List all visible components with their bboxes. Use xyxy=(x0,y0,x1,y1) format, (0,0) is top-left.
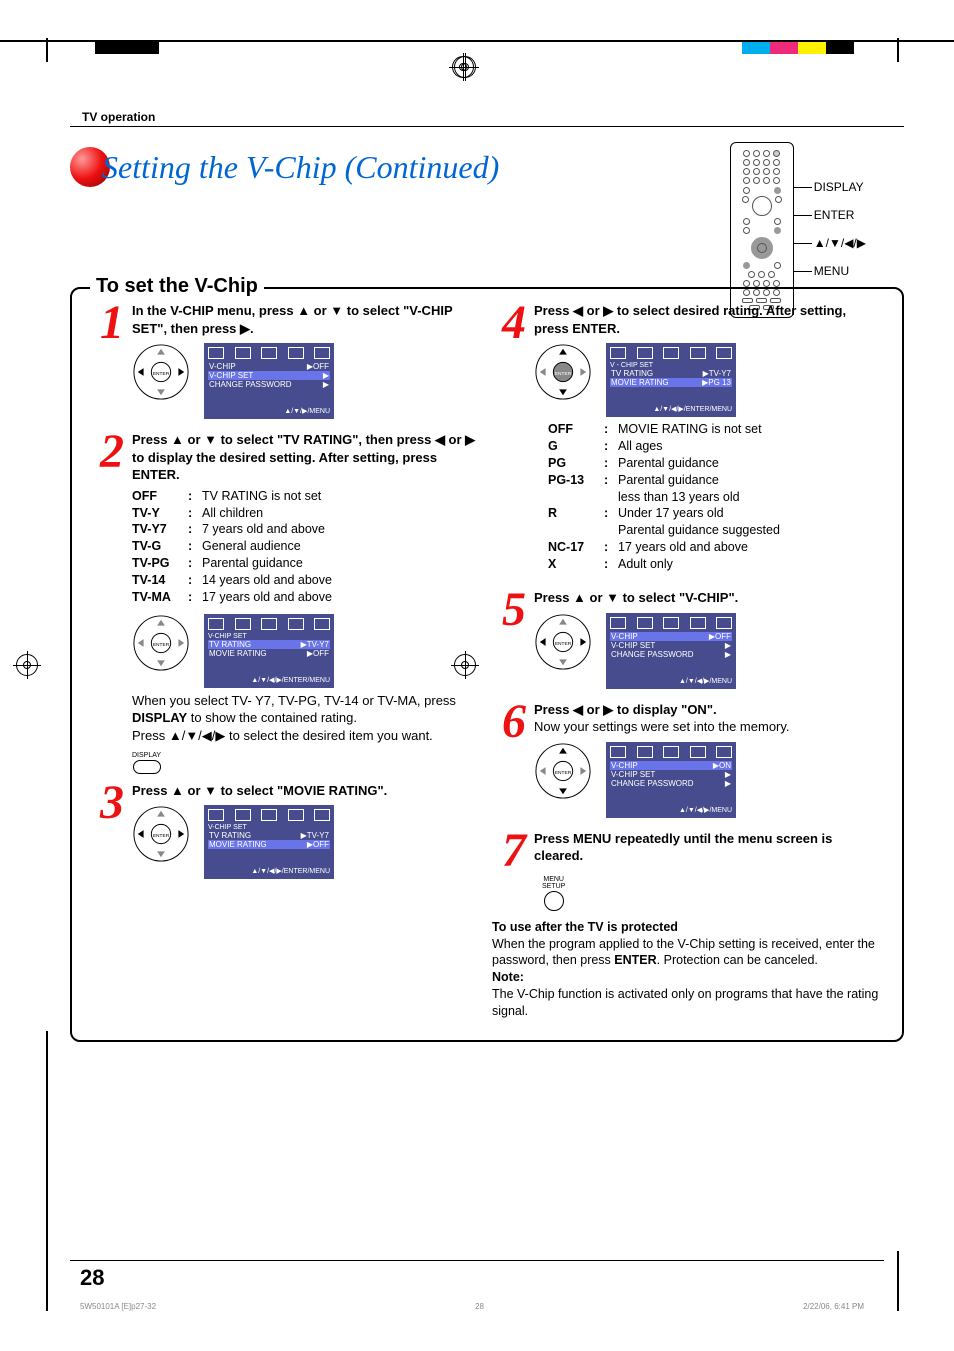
dpad-icon: ENTER xyxy=(534,742,592,800)
step-number: 7 xyxy=(492,834,526,868)
step5-instruction: Press ▲ or ▼ to select "V-CHIP". xyxy=(534,589,884,607)
dpad-icon: ENTER xyxy=(534,613,592,671)
osd-panel: V-CHIP▶OFF V-CHIP SET▶ CHANGE PASSWORD▶ … xyxy=(204,343,334,419)
remote-label-arrows: ▲/▼/◀/▶ xyxy=(814,236,866,250)
osd-panel: V-CHIP SET TV RATING▶TV-Y7 MOVIE RATING▶… xyxy=(204,805,334,879)
step7-instruction: Press MENU repeatedly until the menu scr… xyxy=(534,830,884,865)
osd-panel: V-CHIP▶ON V-CHIP SET▶ CHANGE PASSWORD▶ ▲… xyxy=(606,742,736,818)
box-title: To set the V-Chip xyxy=(90,275,264,298)
step-number: 3 xyxy=(90,786,124,820)
step6-instruction: Press ◀ or ▶ to display "ON". Now your s… xyxy=(534,701,884,736)
registration-blocks-bw xyxy=(95,42,159,54)
after-note: To use after the TV is protected When th… xyxy=(492,919,884,1020)
section-label: TV operation xyxy=(70,110,904,124)
dpad-icon: ENTER xyxy=(534,343,592,401)
osd-panel: V - CHIP SET TV RATING▶TV-Y7 MOVIE RATIN… xyxy=(606,343,736,417)
step-number: 4 xyxy=(492,306,526,340)
step-number: 5 xyxy=(492,593,526,627)
page-title: Setting the V-Chip (Continued) xyxy=(102,149,499,186)
svg-text:ENTER: ENTER xyxy=(555,770,572,776)
registration-mark-bottom xyxy=(452,56,474,78)
step2-instruction: Press ▲ or ▼ to select "TV RATING", then… xyxy=(132,431,482,484)
remote-label-menu: MENU xyxy=(814,264,866,278)
step3-instruction: Press ▲ or ▼ to select "MOVIE RATING". xyxy=(132,782,482,800)
svg-text:ENTER: ENTER xyxy=(153,371,170,377)
page-number: 28 xyxy=(80,1260,104,1291)
remote-arrows-btn xyxy=(751,237,773,259)
remote-label-display: DISPLAY xyxy=(814,180,866,194)
dpad-icon: ENTER xyxy=(132,805,190,863)
step-number: 2 xyxy=(90,435,124,469)
svg-text:ENTER: ENTER xyxy=(555,371,572,377)
registration-mark-right xyxy=(454,654,476,676)
osd-panel: V-CHIP SET TV RATING▶TV-Y7 MOVIE RATING▶… xyxy=(204,614,334,688)
svg-text:ENTER: ENTER xyxy=(153,833,170,839)
step-number: 1 xyxy=(90,306,124,340)
registration-mark-left xyxy=(16,654,38,676)
step2-post-text2: Press ▲/▼/◀/▶ to select the desired item… xyxy=(132,727,482,745)
menu-button-icon: MENU SETUP xyxy=(542,876,565,911)
footer-metadata: 5W50101A [E]p27-32 28 2/22/06, 6:41 PM xyxy=(80,1302,864,1311)
svg-text:ENTER: ENTER xyxy=(555,640,572,646)
remote-display-btn xyxy=(774,187,781,194)
step-number: 6 xyxy=(492,705,526,739)
dpad-icon: ENTER xyxy=(132,343,190,401)
tv-ratings-table: OFF:TV RATING is not set TV-Y:All childr… xyxy=(132,488,482,606)
registration-blocks-color xyxy=(742,42,854,54)
svg-text:ENTER: ENTER xyxy=(153,642,170,648)
movie-ratings-table: OFF:MOVIE RATING is not set G:All ages P… xyxy=(548,421,884,573)
display-button-icon: DISPLAY xyxy=(132,752,161,774)
step4-instruction: Press ◀ or ▶ to select desired rating. A… xyxy=(534,302,884,337)
step2-post-text: When you select TV- Y7, TV-PG, TV-14 or … xyxy=(132,692,482,727)
remote-menu-btn xyxy=(743,262,750,269)
step1-instruction: In the V-CHIP menu, press ▲ or ▼ to sele… xyxy=(132,302,482,337)
remote-enter-btn xyxy=(774,227,781,234)
osd-panel: V-CHIP▶OFF V-CHIP SET▶ CHANGE PASSWORD▶ … xyxy=(606,613,736,689)
remote-label-enter: ENTER xyxy=(814,208,866,222)
dpad-icon: ENTER xyxy=(132,614,190,672)
